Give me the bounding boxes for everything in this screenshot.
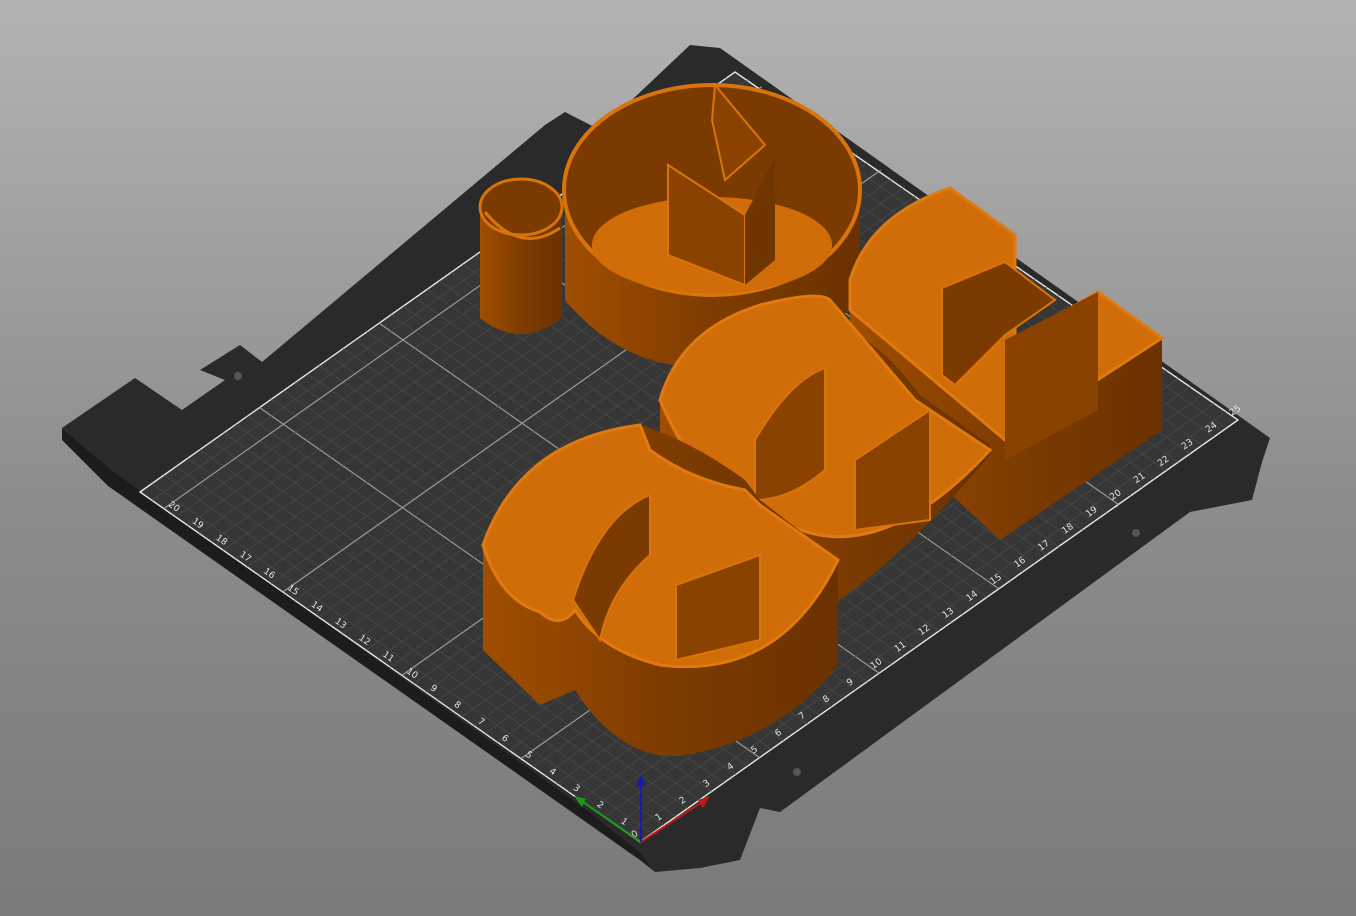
bed-hole: [1132, 529, 1140, 537]
3d-viewport[interactable]: 0 1 2 3 4 5 6 7 8 9 10 11 12 13 14 15 16 17 18 19 20 21 22 23 24…: [0, 0, 1356, 916]
bed-hole: [793, 768, 801, 776]
build-plate-scene[interactable]: 0123456789101112131415161718192021222324…: [0, 0, 1356, 916]
model-small-cup[interactable]: [478, 177, 564, 334]
bed-hole: [234, 372, 242, 380]
